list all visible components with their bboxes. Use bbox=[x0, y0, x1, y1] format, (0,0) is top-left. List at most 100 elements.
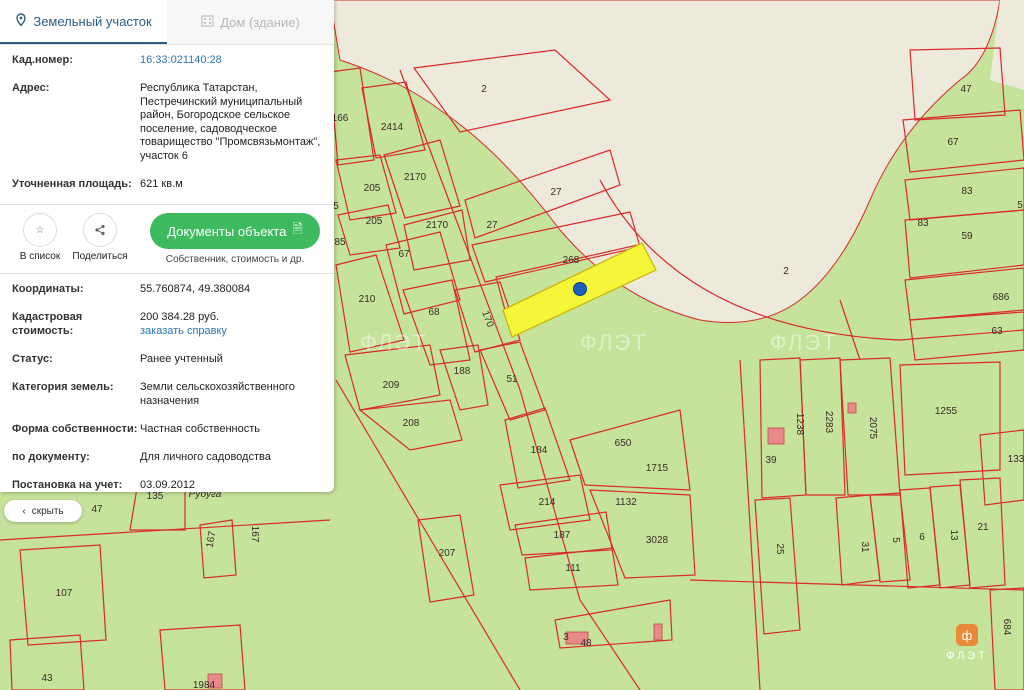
tab-bar: Земельный участок Дом (здание) bbox=[0, 0, 334, 45]
plot-number-label: 59 bbox=[961, 231, 973, 242]
plot-number-label: 67 bbox=[947, 137, 959, 148]
favorite-label: В список bbox=[19, 251, 61, 262]
field-value: 03.09.2012 bbox=[140, 479, 196, 491]
field-status: Статус: Ранее учтенный bbox=[0, 353, 334, 381]
map-watermark: ФЛЭТ bbox=[580, 330, 648, 355]
field-label: по документу: bbox=[12, 451, 90, 463]
plot-number-label: 67 bbox=[398, 249, 410, 260]
field-value: Частная собственность bbox=[140, 423, 261, 435]
plot-number-label: 5 bbox=[1017, 200, 1023, 211]
documents-button[interactable]: Документы объекта 🗎 bbox=[150, 213, 320, 249]
plot-number-label: 210 bbox=[359, 294, 376, 305]
field-value: Республика Татарстан, Пестречинский муни… bbox=[140, 82, 321, 162]
road-area bbox=[329, 0, 1001, 323]
plot-number-label: 686 bbox=[993, 292, 1010, 303]
plot-number-label: 2075 bbox=[867, 417, 878, 440]
plot-number-label: 167 bbox=[205, 530, 219, 549]
plot-number-label: 2414 bbox=[381, 122, 404, 133]
field-value: 621 кв.м bbox=[140, 178, 183, 190]
field-area: Уточненная площадь: 621 кв.м bbox=[0, 178, 334, 204]
plot-number-label: 68 bbox=[428, 307, 440, 318]
plot-number-label: 107 bbox=[56, 588, 73, 599]
plot-number-label: 5 bbox=[333, 201, 339, 212]
tab-building[interactable]: Дом (здание) bbox=[167, 0, 334, 44]
plot-number-label: 184 bbox=[531, 445, 548, 456]
map-watermark: ФЛЭТ bbox=[360, 330, 428, 355]
favorite-button[interactable]: ☆ В список bbox=[10, 213, 70, 262]
plot-number-label: 21 bbox=[977, 522, 989, 533]
plot-number-label: 205 bbox=[364, 183, 381, 194]
brand-logo: ф ФЛЭТ bbox=[930, 612, 1004, 674]
field-value: Земли сельскохозяйственного назначения bbox=[140, 381, 295, 407]
plot-number-label: 170 bbox=[479, 309, 495, 329]
map-pin-icon bbox=[15, 12, 27, 30]
plot-number-label: 6 bbox=[919, 532, 925, 543]
documents-block: Документы объекта 🗎 Собственник, стоимос… bbox=[150, 213, 320, 265]
tab-label: Земельный участок bbox=[33, 13, 152, 29]
plot-number-label: 214 bbox=[539, 497, 556, 508]
field-value: Для личного садоводства bbox=[140, 451, 271, 463]
field-label: Координаты: bbox=[12, 283, 84, 295]
plot-number-label: 13 bbox=[948, 529, 959, 541]
plot-number-label: 83 bbox=[917, 218, 929, 229]
plot-number-label: 85 bbox=[334, 237, 346, 248]
plot-number-label: 31 bbox=[859, 541, 870, 553]
plot-number-label: 1984 bbox=[193, 680, 216, 690]
share-button[interactable]: Поделиться bbox=[70, 213, 130, 262]
field-value: 200 384.28 руб. bbox=[140, 311, 220, 323]
plot-number-label: 3028 bbox=[646, 535, 669, 546]
field-value: Ранее учтенный bbox=[140, 353, 223, 365]
action-bar: ☆ В список Поделиться Документы объекта … bbox=[0, 204, 334, 273]
cadastral-number-link[interactable]: 16:33:021140:28 bbox=[140, 54, 322, 82]
plot-number-label: 111 bbox=[565, 563, 581, 574]
star-icon: ☆ bbox=[23, 213, 57, 247]
plot-number-label: 2170 bbox=[404, 172, 427, 183]
map-watermark: ФЛЭТ bbox=[770, 330, 838, 355]
logo-text: ФЛЭТ bbox=[946, 650, 988, 662]
hide-label: скрыть bbox=[31, 505, 64, 517]
field-land-category: Категория земель: Земли сельскохозяйстве… bbox=[0, 381, 334, 423]
plot-number-label: 188 bbox=[454, 366, 471, 377]
plot-number-label: 1715 bbox=[646, 463, 669, 474]
plot-number-label: 63 bbox=[991, 326, 1003, 337]
field-cadastral-cost: Кадастровая стоимость: 200 384.28 руб. з… bbox=[0, 311, 334, 353]
building bbox=[847, 402, 857, 414]
share-label: Поделиться bbox=[72, 251, 128, 262]
plot-number-label: 43 bbox=[41, 673, 53, 684]
field-document-use: по документу: Для личного садоводства bbox=[0, 451, 334, 479]
plot-number-label: 27 bbox=[550, 187, 562, 198]
field-cadastral-number: Кад.номер: 16:33:021140:28 bbox=[0, 54, 334, 82]
order-certificate-link[interactable]: заказать справку bbox=[140, 325, 322, 339]
field-label: Адрес: bbox=[12, 82, 50, 94]
field-value: 55.760874, 49.380084 bbox=[140, 283, 251, 295]
plot-number-label: 166 bbox=[332, 113, 349, 124]
building bbox=[767, 427, 785, 445]
field-ownership: Форма собственности: Частная собственнос… bbox=[0, 423, 334, 451]
field-label: Кадастровая стоимость: bbox=[12, 311, 83, 337]
plot-number-label: 207 bbox=[439, 548, 456, 559]
field-label: Уточненная площадь: bbox=[12, 178, 132, 190]
field-address: Адрес: Республика Татарстан, Пестречинск… bbox=[0, 82, 334, 178]
tab-land-plot[interactable]: Земельный участок bbox=[0, 0, 167, 44]
location-marker bbox=[573, 282, 587, 296]
plot-number-label: 25 bbox=[774, 543, 785, 555]
plot-number-label: 133 bbox=[1008, 454, 1024, 465]
field-coordinates: Координаты: 55.760874, 49.380084 bbox=[0, 283, 334, 311]
field-label: Статус: bbox=[12, 353, 53, 365]
tab-label: Дом (здание) bbox=[220, 14, 300, 30]
plot-number-label: 2 bbox=[481, 84, 487, 95]
plot-number-label: 5 bbox=[890, 537, 901, 543]
plot-number-label: 187 bbox=[554, 530, 571, 541]
plot-number-label: 209 bbox=[383, 380, 400, 391]
plot-number-label: 167 bbox=[249, 526, 260, 543]
plot-number-label: 47 bbox=[960, 84, 972, 95]
plot-number-label: 51 bbox=[506, 374, 518, 385]
plot-number-label: 650 bbox=[615, 438, 632, 449]
plot-number-label: 208 bbox=[403, 418, 420, 429]
share-icon bbox=[83, 213, 117, 247]
hide-panel-button[interactable]: ‹ скрыть bbox=[4, 500, 82, 522]
plot-number-label: 3 bbox=[563, 632, 569, 643]
field-registration-date: Постановка на учет: 03.09.2012 bbox=[0, 479, 334, 499]
plot-number-label: 1255 bbox=[935, 406, 958, 417]
plot-number-label: 1132 bbox=[615, 497, 637, 508]
